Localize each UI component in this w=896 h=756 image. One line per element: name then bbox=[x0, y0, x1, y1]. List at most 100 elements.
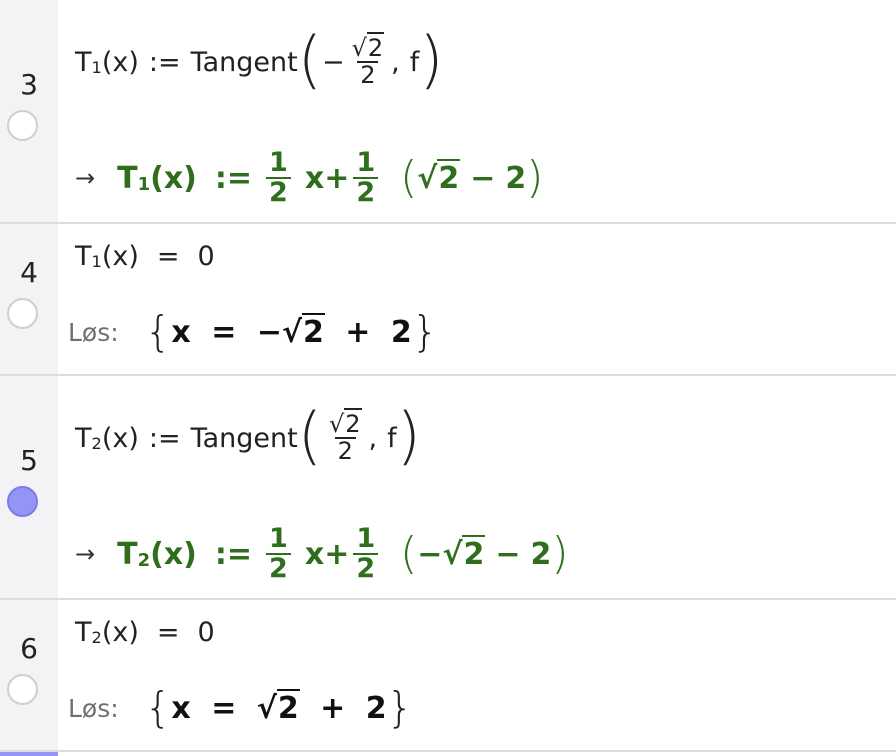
fraction-numerator: 1 bbox=[269, 522, 288, 554]
plus-sign: + bbox=[324, 160, 350, 196]
output-function-name: T bbox=[117, 160, 138, 196]
fraction-denominator: 2 bbox=[353, 177, 379, 207]
open-paren: ( bbox=[400, 152, 418, 203]
output-subscript: 2 bbox=[137, 549, 151, 571]
cas-input[interactable]: T 2 (x) := Tangent ( √2 2 , f ) bbox=[75, 390, 421, 486]
sqrt-radicand: 2 bbox=[301, 312, 325, 350]
close-brace: } bbox=[386, 683, 414, 732]
minus-sign: − bbox=[321, 46, 345, 78]
solution: x = √2 + 2 bbox=[171, 688, 387, 726]
fraction-denominator: 2 bbox=[266, 177, 291, 207]
equals-sign: = bbox=[156, 616, 180, 648]
fraction-denominator: 2 bbox=[266, 553, 291, 583]
output-argument: (x) bbox=[150, 160, 197, 196]
open-brace: { bbox=[144, 307, 172, 356]
cas-row-6[interactable]: 6 T 2 (x) = 0 Løs: { x = √2 + 2 } bbox=[0, 600, 896, 752]
open-paren: ( bbox=[297, 23, 322, 96]
minus-sign: − bbox=[495, 536, 521, 572]
visibility-toggle[interactable] bbox=[7, 674, 38, 705]
cas-row-5[interactable]: 5 T 2 (x) := Tangent ( √2 2 , f ) → T 2 (x) … bbox=[0, 376, 896, 600]
assign-operator: := bbox=[148, 422, 181, 454]
cas-input[interactable]: T 2 (x) = 0 bbox=[75, 610, 215, 654]
term-sign: − bbox=[417, 536, 443, 572]
function-name: T bbox=[75, 240, 92, 272]
visibility-toggle[interactable] bbox=[7, 110, 38, 141]
function-argument: (x) bbox=[101, 240, 139, 272]
constant-fraction: 1 2 bbox=[353, 146, 379, 208]
constant: 2 bbox=[365, 690, 387, 726]
sign: − bbox=[256, 314, 282, 350]
fraction-numerator: 1 bbox=[269, 146, 288, 178]
function-name: T bbox=[75, 46, 92, 78]
cas-row-4[interactable]: 4 T 1 (x) = 0 Løs: { x = −√2 + 2 } bbox=[0, 224, 896, 376]
cas-output: → T 1 (x) := 1 2 x + 1 2 ( √2 − 2 ) bbox=[75, 146, 544, 208]
constant: 2 bbox=[390, 314, 412, 350]
function-f: f bbox=[409, 46, 420, 78]
variable-x: x bbox=[304, 160, 325, 196]
visibility-toggle[interactable] bbox=[7, 298, 38, 329]
sqrt-radicand: 2 bbox=[276, 688, 300, 726]
function-subscript: 2 bbox=[91, 434, 102, 454]
command-name: Tangent bbox=[190, 46, 298, 78]
coefficient-fraction: 1 2 bbox=[266, 522, 291, 584]
output-assign: := bbox=[214, 160, 253, 196]
visibility-toggle[interactable] bbox=[7, 486, 38, 517]
constant: 2 bbox=[505, 160, 527, 196]
close-paren: ) bbox=[526, 152, 544, 203]
solve-label: Løs: bbox=[68, 693, 119, 723]
cas-row-3[interactable]: 3 T 1 (x) := Tangent ( − √2 2 , f ) → T 1 (x… bbox=[0, 0, 896, 224]
cas-input[interactable]: T 1 (x) = 0 bbox=[75, 234, 215, 278]
row-number: 3 bbox=[20, 68, 38, 101]
output-subscript: 1 bbox=[137, 173, 151, 195]
cas-input[interactable]: T 1 (x) := Tangent ( − √2 2 , f ) bbox=[75, 14, 443, 110]
sqrt-radicand: 2 bbox=[366, 31, 385, 62]
variable-x: x bbox=[171, 314, 191, 350]
function-name: T bbox=[75, 616, 92, 648]
close-paren: ) bbox=[419, 23, 444, 96]
variable-x: x bbox=[304, 536, 325, 572]
close-paren: ) bbox=[396, 399, 421, 472]
assign-operator: := bbox=[148, 46, 181, 78]
function-f: f bbox=[387, 422, 397, 454]
output-arrow-icon: → bbox=[75, 164, 96, 192]
equals-sign: = bbox=[156, 240, 180, 272]
plus-sign: + bbox=[320, 690, 346, 726]
solve-output: Løs: { x = √2 + 2 } bbox=[68, 680, 413, 736]
output-arrow-icon: → bbox=[75, 540, 96, 568]
close-brace: } bbox=[411, 307, 439, 356]
output-assign: := bbox=[214, 536, 253, 572]
open-paren: ( bbox=[400, 528, 418, 579]
function-subscript: 1 bbox=[91, 58, 102, 78]
equals-sign: = bbox=[211, 690, 237, 726]
constant: 2 bbox=[530, 536, 552, 572]
fraction: √2 2 bbox=[351, 31, 385, 89]
output-argument: (x) bbox=[150, 536, 197, 572]
cas-output: → T 2 (x) := 1 2 x + 1 2 ( − √2 − 2 ) bbox=[75, 522, 569, 584]
function-name: T bbox=[75, 422, 92, 454]
next-row-indicator bbox=[0, 752, 58, 756]
right-hand-side: 0 bbox=[197, 240, 215, 272]
coefficient-fraction: 1 2 bbox=[266, 146, 291, 208]
row-number: 6 bbox=[20, 632, 38, 665]
equals-sign: = bbox=[211, 314, 237, 350]
open-paren: ( bbox=[297, 399, 322, 472]
output-function-name: T bbox=[117, 536, 138, 572]
fraction: √2 2 bbox=[328, 407, 362, 465]
plus-sign: + bbox=[324, 536, 350, 572]
plus-sign: + bbox=[345, 314, 371, 350]
separator: , bbox=[368, 422, 378, 454]
right-hand-side: 0 bbox=[197, 616, 215, 648]
function-subscript: 2 bbox=[91, 628, 102, 648]
solve-output: Løs: { x = −√2 + 2 } bbox=[68, 304, 439, 360]
solve-label: Løs: bbox=[68, 317, 119, 347]
fraction-numerator: 1 bbox=[356, 522, 376, 554]
function-argument: (x) bbox=[101, 46, 139, 78]
variable-x: x bbox=[171, 690, 191, 726]
fraction-numerator: 1 bbox=[356, 146, 376, 178]
row-number: 4 bbox=[20, 256, 38, 289]
fraction-denominator: 2 bbox=[353, 553, 379, 583]
fraction-denominator: 2 bbox=[334, 437, 356, 464]
sqrt-radicand: 2 bbox=[437, 158, 461, 196]
command-name: Tangent bbox=[190, 422, 298, 454]
function-argument: (x) bbox=[101, 616, 139, 648]
